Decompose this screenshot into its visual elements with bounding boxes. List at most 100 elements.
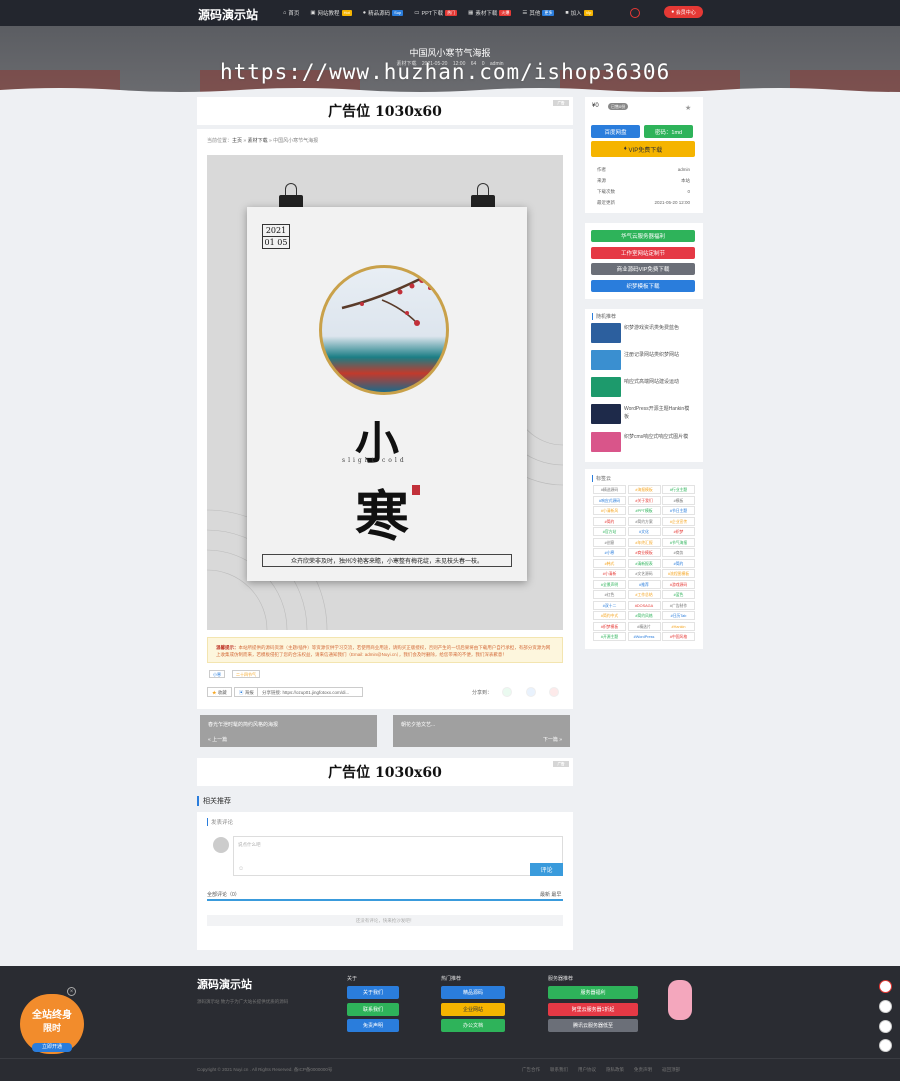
footer-tencent-button[interactable]: 腾讯云服务器低至 [548,1019,638,1032]
tag-cloud-item[interactable]: #文艺源码 [627,569,661,578]
favorite-star-icon[interactable]: ★ [685,104,691,112]
tag-cloud-item[interactable]: #精选源码 [593,485,626,494]
bell-icon[interactable] [879,1020,892,1033]
nav-ppt[interactable]: ▭ PPT下载 热门 [414,9,458,17]
tag-cloud-item[interactable]: #开源主题 [593,632,626,641]
nav-other[interactable]: ☰ 其他 更多 [522,9,555,17]
tag-cloud-item[interactable]: #蓝色 [662,590,695,599]
tag-cloud-item[interactable]: #双十二 [593,600,626,610]
tag-cloud-item[interactable]: #韩式 [593,558,626,568]
nav-material[interactable]: ▦ 素材下载 火爆 [468,9,512,17]
tag-cloud-item[interactable]: #简约中式 [593,611,626,620]
site-logo[interactable]: 源码演示站 [198,6,258,23]
tag-cloud-item[interactable]: #企业宣传 [662,516,695,526]
tag-cloud-item[interactable]: #精选片 [627,621,661,631]
tag-cloud-item[interactable]: #简约 [593,516,626,526]
tag-cloud-item[interactable]: #海报模板 [627,485,661,494]
red-packet-icon[interactable] [879,980,892,993]
footer-link[interactable]: 免责声明 [634,1067,652,1073]
tag-cloud-item[interactable]: #小清新风 [593,506,626,515]
tag-cloud-item[interactable]: #流程图模板 [662,569,695,578]
footer-source-button[interactable]: 精品源码 [441,986,505,999]
article-tag[interactable]: 二十四节气 [232,670,260,678]
plus-icon[interactable] [879,1039,892,1052]
list-item[interactable]: 注册记录网站类织梦网站 [591,350,691,372]
tag-cloud-item[interactable]: #文化 [627,527,661,536]
tag-cloud-item[interactable]: #节日主题 [662,506,695,515]
nav-source[interactable]: ● 精品源码 Sup [363,9,404,17]
wechat-icon[interactable] [502,687,512,697]
tag-cloud-item[interactable]: #商业模板 [627,548,661,557]
promo-template-button[interactable]: 织梦模板下载 [591,280,695,292]
tag-cloud-item[interactable]: #红色 [593,590,626,599]
tag-cloud-item[interactable]: #WordPress [627,632,661,641]
tag-cloud-item[interactable]: #年终汇报 [627,537,661,547]
footer-link[interactable]: 联系我们 [550,1067,568,1073]
promo-vip-button[interactable]: 商业源码VIP免费下载 [591,263,695,275]
tag-cloud-item[interactable]: #中国风格 [662,632,695,641]
tag-cloud-item[interactable]: #清新报表 [627,558,661,568]
footer-server-button[interactable]: 服务器福利 [548,986,638,999]
tag-cloud-item[interactable]: #模板 [662,495,695,505]
promo-cloud-button[interactable]: 华气云服务器福利 [591,230,695,242]
tag-cloud-item[interactable]: #官方站 [593,527,626,536]
tag-cloud-item[interactable]: #DOSAGA [627,600,661,610]
tag-cloud-item[interactable]: #行业主题 [662,485,695,494]
list-item[interactable]: 织梦cms响应式响应式图片模 [591,432,691,454]
promo-custom-button[interactable]: 工作室网站定制节 [591,247,695,259]
list-item[interactable]: WordPress开源主题Hankin模板 [591,404,691,426]
footer-logo[interactable]: 源码演示站 [197,976,252,992]
list-item[interactable]: 织梦游戏资讯类免费蓝色 [591,323,691,345]
location-icon[interactable] [879,1000,892,1013]
tag-cloud-item[interactable]: #简约风格 [627,611,661,620]
nav-home[interactable]: ⌂ 首页 [283,9,299,17]
footer-disclaimer-button[interactable]: 免责声明 [347,1019,399,1032]
tag-cloud-item[interactable]: #响应式源码 [593,495,626,505]
promo-open-button[interactable]: 立即开通 [32,1043,72,1052]
share-link-button[interactable]: 分享链接: https://ozup01.jingfotoxx.com/di..… [257,687,363,697]
collect-button[interactable]: ★ 收藏 [207,687,232,697]
footer-aliyun-button[interactable]: 阿里云服务器1折起 [548,1003,638,1016]
next-article-card[interactable]: 朝花夕拾文艺... 下一篇 » [393,715,570,747]
tag-cloud-item[interactable]: #广告制作 [662,600,695,610]
extract-code-button[interactable]: 密码：1md [644,125,693,138]
member-center-button[interactable]: ● 会员中心 [664,6,703,18]
tag-cloud-item[interactable]: #创意 [593,537,626,547]
comment-sort[interactable]: 最新 最早 [540,891,561,898]
tag-cloud-item[interactable]: #节气海报 [662,537,695,547]
tag-cloud-item[interactable]: #Hankin [662,621,695,631]
breadcrumb-home[interactable]: 主页 [232,138,242,144]
tag-cloud-item[interactable]: #日历Tab [662,611,695,620]
tag-cloud-item[interactable]: #工作总结 [627,590,661,599]
emoji-icon[interactable]: ☺ [238,866,244,872]
tag-cloud-item[interactable]: #关于我们 [627,495,661,505]
weibo-icon[interactable] [549,687,559,697]
tag-cloud-item[interactable]: #推荐 [627,579,661,589]
close-icon[interactable]: × [67,987,76,996]
tag-cloud-item[interactable]: #小清新 [593,569,626,578]
prev-article-card[interactable]: 春光乍泄时髦的简约风格的海报 « 上一篇 [200,715,377,747]
nav-tutorial[interactable]: ▣ 网站教程 Hot [310,9,352,17]
ad-banner-bottom[interactable]: 广告位 1030x60 广告 [197,758,573,786]
tag-cloud-item[interactable]: #PPT模板 [627,506,661,515]
footer-enterprise-button[interactable]: 企业网站 [441,1003,505,1016]
footer-link[interactable]: 返回顶部 [662,1067,680,1073]
list-item[interactable]: 响应式高端网站建设运动 [591,377,691,399]
vip-download-button[interactable]: ♦ VIP免费下载 [591,141,695,157]
tag-cloud-item[interactable]: #全景声明 [593,579,626,589]
tag-cloud-item[interactable]: #简约 [662,558,695,568]
footer-contact-button[interactable]: 联系我们 [347,1003,399,1016]
tag-cloud-item[interactable]: #小寒 [593,548,626,557]
footer-link[interactable]: 用户协议 [578,1067,596,1073]
footer-link[interactable]: 隐私政策 [606,1067,624,1073]
breadcrumb-category[interactable]: 素材下载 [248,138,268,144]
search-icon[interactable] [630,8,640,18]
tag-cloud-item[interactable]: #游戏源码 [662,579,695,589]
comment-textarea[interactable]: 说点什么吧 ☺ [233,836,563,876]
promo-badge[interactable]: 全站终身 限时 立即开通 [20,994,84,1054]
tag-cloud-item[interactable]: #织梦模板 [593,621,626,631]
poster-button[interactable]: ▣ 海报 [234,687,259,697]
footer-office-button[interactable]: 办公文档 [441,1019,505,1032]
ad-banner-top[interactable]: 广告位 1030x60 广告 [197,97,573,125]
footer-about-button[interactable]: 关于我们 [347,986,399,999]
